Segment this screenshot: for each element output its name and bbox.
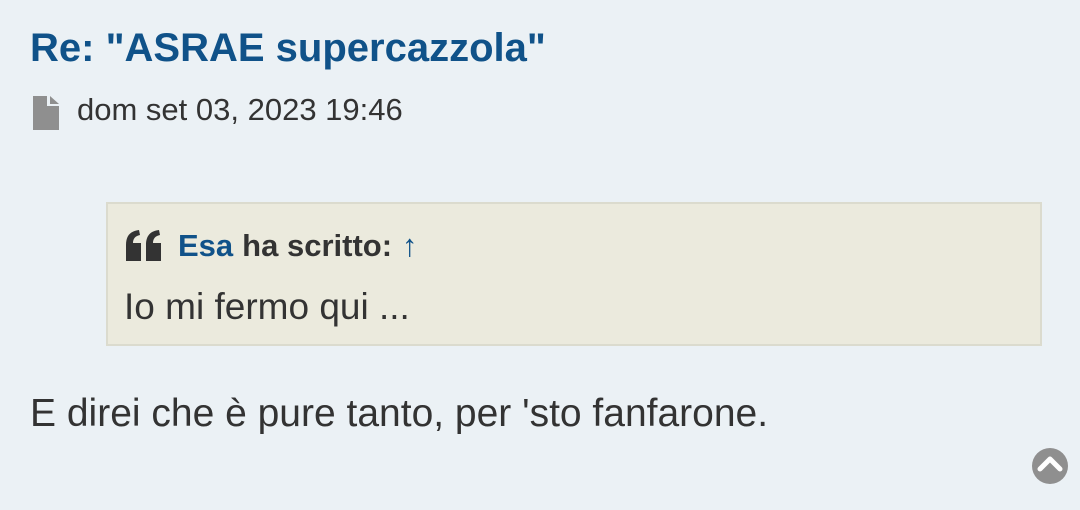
- quote-icon: [124, 230, 164, 262]
- file-icon[interactable]: [30, 96, 62, 130]
- quote-text: Io mi fermo qui ...: [124, 286, 410, 327]
- post: Re: "ASRAE supercazzola" dom set 03, 202…: [30, 0, 1050, 510]
- post-date: dom set 03, 2023 19:46: [77, 92, 403, 127]
- quote-cite: Esa ha scritto: ↑: [124, 228, 418, 264]
- back-to-top-button[interactable]: [1032, 448, 1068, 484]
- post-content: E direi che è pure tanto, per 'sto fanfa…: [30, 392, 769, 435]
- quote-block: Esa ha scritto: ↑ Io mi fermo qui ...: [106, 202, 1042, 346]
- chevron-up-circle-icon: [1037, 456, 1063, 472]
- post-title[interactable]: Re: "ASRAE supercazzola": [30, 26, 546, 71]
- jump-to-quoted-post-icon[interactable]: ↑: [402, 228, 418, 264]
- quote-wrote-label: ha scritto:: [242, 228, 393, 263]
- post-meta: dom set 03, 2023 19:46: [30, 90, 403, 130]
- quote-author-link[interactable]: Esa: [178, 228, 233, 264]
